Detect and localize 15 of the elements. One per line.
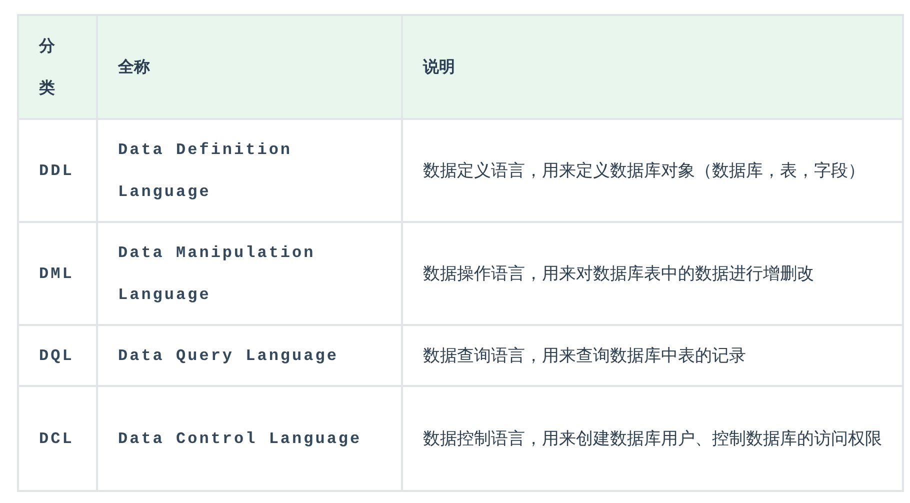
table-cell: Data Definition Language [97,119,402,222]
column-header: 分类 [18,15,97,119]
table-cell: 数据查询语言，用来查询数据库中表的记录 [402,325,903,386]
table-cell: 数据定义语言，用来定义数据库对象（数据库，表，字段） [402,119,903,222]
table-cell: DCL [18,386,97,491]
table-cell: Data Control Language [97,386,402,491]
table-cell: Data Query Language [97,325,402,386]
column-header: 全称 [97,15,402,119]
table-cell: DQL [18,325,97,386]
table-cell: DML [18,222,97,325]
table-cell: 数据操作语言，用来对数据库表中的数据进行增删改 [402,222,903,325]
column-header: 说明 [402,15,903,119]
table-cell: 数据控制语言，用来创建数据库用户、控制数据库的访问权限 [402,386,903,491]
table-cell: Data Manipulation Language [97,222,402,325]
table-cell: DDL [18,119,97,222]
